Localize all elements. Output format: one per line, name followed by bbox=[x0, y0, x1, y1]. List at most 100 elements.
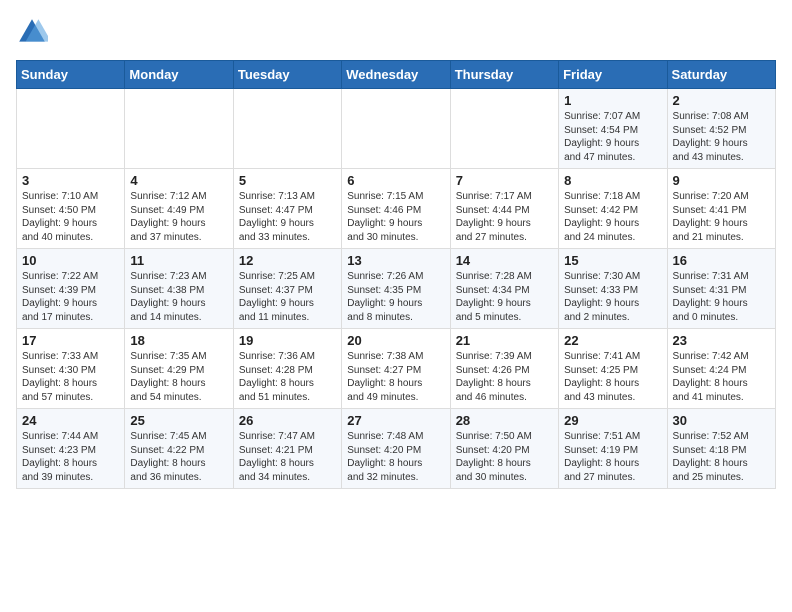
calendar-day: 6 Sunrise: 7:15 AM Sunset: 4:46 PM Daylig… bbox=[342, 169, 450, 249]
calendar-day: 24 Sunrise: 7:44 AM Sunset: 4:23 PM Dayli… bbox=[17, 409, 125, 489]
day-info: Sunrise: 7:52 AM Sunset: 4:18 PM Dayligh… bbox=[673, 430, 770, 484]
day-info: Sunrise: 7:23 AM Sunset: 4:38 PM Dayligh… bbox=[130, 270, 227, 324]
day-info: Sunrise: 7:50 AM Sunset: 4:20 PM Dayligh… bbox=[456, 430, 553, 484]
day-number: 10 bbox=[22, 253, 119, 268]
day-number: 29 bbox=[564, 413, 661, 428]
day-info: Sunrise: 7:35 AM Sunset: 4:29 PM Dayligh… bbox=[130, 350, 227, 404]
calendar-day: 3 Sunrise: 7:10 AM Sunset: 4:50 PM Daylig… bbox=[17, 169, 125, 249]
calendar-day: 22 Sunrise: 7:41 AM Sunset: 4:25 PM Dayli… bbox=[559, 329, 667, 409]
calendar-day: 29 Sunrise: 7:51 AM Sunset: 4:19 PM Dayli… bbox=[559, 409, 667, 489]
calendar-header: SundayMondayTuesdayWednesdayThursdayFrid… bbox=[17, 61, 776, 89]
day-info: Sunrise: 7:47 AM Sunset: 4:21 PM Dayligh… bbox=[239, 430, 336, 484]
weekday-header: Friday bbox=[559, 61, 667, 89]
calendar-day: 21 Sunrise: 7:39 AM Sunset: 4:26 PM Dayli… bbox=[450, 329, 558, 409]
calendar-day: 19 Sunrise: 7:36 AM Sunset: 4:28 PM Dayli… bbox=[233, 329, 341, 409]
day-info: Sunrise: 7:33 AM Sunset: 4:30 PM Dayligh… bbox=[22, 350, 119, 404]
calendar-day: 14Sunrise: 7:28 AM Sunset: 4:34 PM Dayli… bbox=[450, 249, 558, 329]
day-number: 3 bbox=[22, 173, 119, 188]
day-number: 13 bbox=[347, 253, 444, 268]
day-info: Sunrise: 7:38 AM Sunset: 4:27 PM Dayligh… bbox=[347, 350, 444, 404]
day-info: Sunrise: 7:13 AM Sunset: 4:47 PM Dayligh… bbox=[239, 190, 336, 244]
day-number: 6 bbox=[347, 173, 444, 188]
day-info: Sunrise: 7:17 AM Sunset: 4:44 PM Dayligh… bbox=[456, 190, 553, 244]
calendar-day: 2 Sunrise: 7:08 AM Sunset: 4:52 PM Daylig… bbox=[667, 89, 775, 169]
day-info: Sunrise: 7:31 AM Sunset: 4:31 PM Dayligh… bbox=[673, 270, 770, 324]
day-info: Sunrise: 7:20 AM Sunset: 4:41 PM Dayligh… bbox=[673, 190, 770, 244]
calendar-day: 30 Sunrise: 7:52 AM Sunset: 4:18 PM Dayli… bbox=[667, 409, 775, 489]
day-number: 7 bbox=[456, 173, 553, 188]
calendar-day bbox=[342, 89, 450, 169]
day-number: 11 bbox=[130, 253, 227, 268]
logo-icon bbox=[16, 16, 48, 48]
calendar-day: 16Sunrise: 7:31 AM Sunset: 4:31 PM Dayli… bbox=[667, 249, 775, 329]
day-number: 22 bbox=[564, 333, 661, 348]
day-info: Sunrise: 7:08 AM Sunset: 4:52 PM Dayligh… bbox=[673, 110, 770, 164]
calendar-table: SundayMondayTuesdayWednesdayThursdayFrid… bbox=[16, 60, 776, 489]
calendar-week: 1Sunrise: 7:07 AM Sunset: 4:54 PM Daylig… bbox=[17, 89, 776, 169]
day-info: Sunrise: 7:25 AM Sunset: 4:37 PM Dayligh… bbox=[239, 270, 336, 324]
day-number: 17 bbox=[22, 333, 119, 348]
day-info: Sunrise: 7:41 AM Sunset: 4:25 PM Dayligh… bbox=[564, 350, 661, 404]
day-number: 9 bbox=[673, 173, 770, 188]
day-info: Sunrise: 7:10 AM Sunset: 4:50 PM Dayligh… bbox=[22, 190, 119, 244]
calendar-day bbox=[233, 89, 341, 169]
calendar-day: 15Sunrise: 7:30 AM Sunset: 4:33 PM Dayli… bbox=[559, 249, 667, 329]
day-info: Sunrise: 7:07 AM Sunset: 4:54 PM Dayligh… bbox=[564, 110, 661, 164]
page-header bbox=[16, 16, 776, 48]
calendar-day: 5 Sunrise: 7:13 AM Sunset: 4:47 PM Daylig… bbox=[233, 169, 341, 249]
calendar-day: 10 Sunrise: 7:22 AM Sunset: 4:39 PM Dayli… bbox=[17, 249, 125, 329]
day-number: 24 bbox=[22, 413, 119, 428]
day-number: 30 bbox=[673, 413, 770, 428]
calendar-week: 24 Sunrise: 7:44 AM Sunset: 4:23 PM Dayli… bbox=[17, 409, 776, 489]
weekday-header: Tuesday bbox=[233, 61, 341, 89]
day-number: 12 bbox=[239, 253, 336, 268]
day-info: Sunrise: 7:48 AM Sunset: 4:20 PM Dayligh… bbox=[347, 430, 444, 484]
calendar-day bbox=[450, 89, 558, 169]
day-number: 18 bbox=[130, 333, 227, 348]
weekday-header: Sunday bbox=[17, 61, 125, 89]
day-number: 14 bbox=[456, 253, 553, 268]
calendar-day: 4 Sunrise: 7:12 AM Sunset: 4:49 PM Daylig… bbox=[125, 169, 233, 249]
day-number: 8 bbox=[564, 173, 661, 188]
day-number: 5 bbox=[239, 173, 336, 188]
calendar-day: 28Sunrise: 7:50 AM Sunset: 4:20 PM Dayli… bbox=[450, 409, 558, 489]
day-info: Sunrise: 7:51 AM Sunset: 4:19 PM Dayligh… bbox=[564, 430, 661, 484]
day-info: Sunrise: 7:15 AM Sunset: 4:46 PM Dayligh… bbox=[347, 190, 444, 244]
day-info: Sunrise: 7:44 AM Sunset: 4:23 PM Dayligh… bbox=[22, 430, 119, 484]
calendar-day bbox=[17, 89, 125, 169]
calendar-day: 17 Sunrise: 7:33 AM Sunset: 4:30 PM Dayli… bbox=[17, 329, 125, 409]
calendar-day: 11 Sunrise: 7:23 AM Sunset: 4:38 PM Dayli… bbox=[125, 249, 233, 329]
weekday-header: Wednesday bbox=[342, 61, 450, 89]
day-info: Sunrise: 7:26 AM Sunset: 4:35 PM Dayligh… bbox=[347, 270, 444, 324]
calendar-day: 8 Sunrise: 7:18 AM Sunset: 4:42 PM Daylig… bbox=[559, 169, 667, 249]
day-info: Sunrise: 7:18 AM Sunset: 4:42 PM Dayligh… bbox=[564, 190, 661, 244]
calendar-day: 13 Sunrise: 7:26 AM Sunset: 4:35 PM Dayli… bbox=[342, 249, 450, 329]
day-info: Sunrise: 7:36 AM Sunset: 4:28 PM Dayligh… bbox=[239, 350, 336, 404]
weekday-header: Thursday bbox=[450, 61, 558, 89]
day-info: Sunrise: 7:39 AM Sunset: 4:26 PM Dayligh… bbox=[456, 350, 553, 404]
day-number: 4 bbox=[130, 173, 227, 188]
day-number: 2 bbox=[673, 93, 770, 108]
calendar-day: 26 Sunrise: 7:47 AM Sunset: 4:21 PM Dayli… bbox=[233, 409, 341, 489]
day-number: 26 bbox=[239, 413, 336, 428]
day-info: Sunrise: 7:30 AM Sunset: 4:33 PM Dayligh… bbox=[564, 270, 661, 324]
day-number: 23 bbox=[673, 333, 770, 348]
day-info: Sunrise: 7:22 AM Sunset: 4:39 PM Dayligh… bbox=[22, 270, 119, 324]
calendar-day: 1Sunrise: 7:07 AM Sunset: 4:54 PM Daylig… bbox=[559, 89, 667, 169]
day-number: 21 bbox=[456, 333, 553, 348]
calendar-day: 9 Sunrise: 7:20 AM Sunset: 4:41 PM Daylig… bbox=[667, 169, 775, 249]
day-number: 19 bbox=[239, 333, 336, 348]
day-info: Sunrise: 7:12 AM Sunset: 4:49 PM Dayligh… bbox=[130, 190, 227, 244]
calendar-day: 25 Sunrise: 7:45 AM Sunset: 4:22 PM Dayli… bbox=[125, 409, 233, 489]
day-info: Sunrise: 7:45 AM Sunset: 4:22 PM Dayligh… bbox=[130, 430, 227, 484]
calendar-week: 10 Sunrise: 7:22 AM Sunset: 4:39 PM Dayli… bbox=[17, 249, 776, 329]
calendar-day: 12 Sunrise: 7:25 AM Sunset: 4:37 PM Dayli… bbox=[233, 249, 341, 329]
calendar-day: 27Sunrise: 7:48 AM Sunset: 4:20 PM Dayli… bbox=[342, 409, 450, 489]
calendar-week: 17 Sunrise: 7:33 AM Sunset: 4:30 PM Dayli… bbox=[17, 329, 776, 409]
weekday-header: Monday bbox=[125, 61, 233, 89]
calendar-day: 7 Sunrise: 7:17 AM Sunset: 4:44 PM Daylig… bbox=[450, 169, 558, 249]
day-number: 20 bbox=[347, 333, 444, 348]
calendar-day bbox=[125, 89, 233, 169]
logo bbox=[16, 16, 52, 48]
day-number: 25 bbox=[130, 413, 227, 428]
